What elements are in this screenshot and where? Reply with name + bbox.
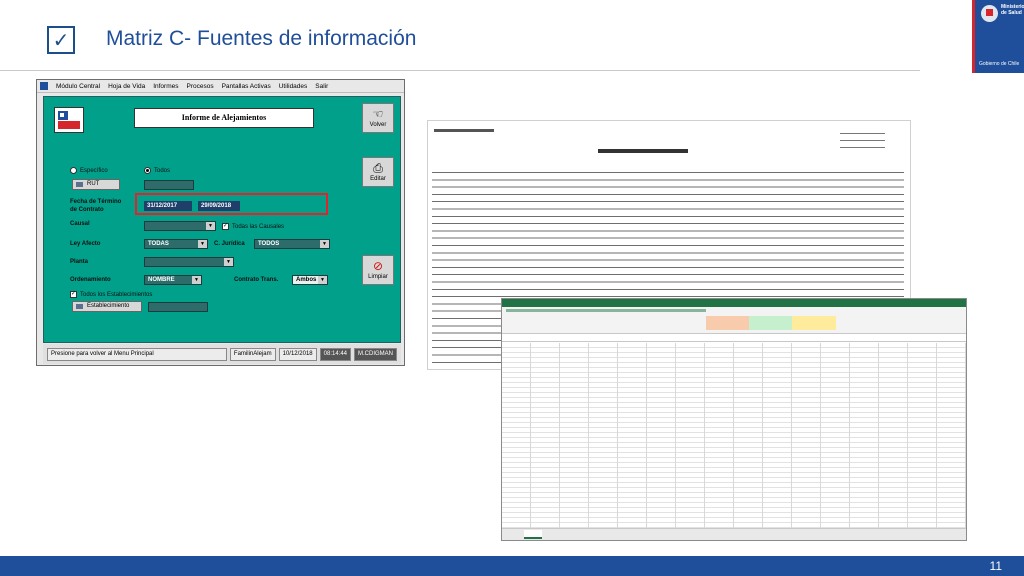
excel-formula-bar: [502, 335, 966, 342]
status-user: FamilinAlejam: [229, 347, 276, 361]
excel-window: [501, 298, 967, 541]
status-date: 10/12/2018: [278, 347, 317, 361]
excel-sheet-tab: [524, 530, 542, 539]
menu-item-pantallas-activas[interactable]: Pantallas Activas: [222, 83, 271, 90]
rut-field[interactable]: [144, 180, 194, 190]
staff-label: Planta: [70, 259, 89, 265]
report-header-lines: [434, 129, 494, 132]
edit-button-label: Editar: [370, 176, 386, 182]
order-select[interactable]: NOMBRE ▼: [144, 275, 202, 285]
clean-button-label: Limpiar: [368, 274, 388, 280]
menu-item-procesos[interactable]: Procesos: [186, 83, 213, 90]
form-title: Informe de Alejamientos: [134, 108, 314, 128]
report-form: Informe de Alejamientos ☜ Volver ⎙ Edita…: [43, 96, 401, 343]
date-range-highlight: [135, 193, 328, 215]
establishment-button[interactable]: Establecimiento: [72, 301, 142, 312]
excel-ribbon: [502, 307, 966, 334]
status-bar: Presione para volver al Menu Principal F…: [43, 344, 401, 364]
report-title-lines: [598, 149, 688, 153]
law-label: Ley Afecto: [70, 241, 101, 247]
excel-grid: [502, 343, 966, 529]
logo-government-text: Gobierno de Chile: [979, 61, 1020, 67]
menu-item-modulo-central[interactable]: Módulo Central: [56, 83, 100, 90]
page-number: 11: [989, 559, 1002, 573]
menu-item-salir[interactable]: Salir: [315, 83, 328, 90]
printer-icon: ⎙: [373, 161, 383, 175]
radio-all[interactable]: Todos: [144, 167, 170, 174]
header-divider: [0, 70, 920, 71]
edit-button[interactable]: ⎙ Editar: [362, 157, 394, 187]
app-menubar: Módulo Central Hoja de Vida Informes Pro…: [37, 80, 404, 93]
logo-ministry-text: Ministerio de Salud: [1001, 4, 1024, 16]
excel-titlebar: [502, 299, 966, 307]
menu-item-informes[interactable]: Informes: [153, 83, 178, 90]
menu-item-utilidades[interactable]: Utilidades: [279, 83, 308, 90]
all-causes-checkbox[interactable]: ✓ Todas las Causales: [222, 223, 284, 230]
app-icon: [40, 82, 48, 90]
report-meta-lines: [840, 129, 885, 151]
excel-sheet-tabs: [502, 528, 966, 540]
radio-specific[interactable]: Específico: [70, 167, 108, 174]
status-time: 08:14:44: [319, 347, 351, 361]
juridic-select[interactable]: TODOS ▼: [254, 239, 330, 249]
no-entry-icon: ⊘: [372, 259, 384, 273]
coat-of-arms-icon: [981, 5, 998, 22]
excel-ribbon-tabs: [506, 309, 706, 312]
hr-application-window: Módulo Central Hoja de Vida Informes Pro…: [36, 79, 405, 366]
rut-button[interactable]: RUT: [72, 179, 120, 190]
juridic-label: C. Jurídica: [214, 241, 245, 247]
contract-select[interactable]: Ambos ▼: [292, 275, 328, 285]
back-button-label: Volver: [369, 122, 387, 128]
menu-item-hoja-de-vida[interactable]: Hoja de Vida: [108, 83, 145, 90]
order-label: Ordenamiento: [70, 277, 111, 283]
term-date-label-1: Fecha de Término: [70, 199, 122, 205]
cause-label: Causal: [70, 221, 90, 227]
term-date-label-2: de Contrato: [70, 207, 104, 213]
status-operator: M.CDIGMAN: [354, 347, 397, 361]
status-message: Presione para volver al Menu Principal: [47, 347, 227, 361]
excel-cell-styles: [706, 316, 836, 330]
ministry-logo: Ministerio de Salud Gobierno de Chile: [972, 0, 1024, 73]
slide-title: Matriz C- Fuentes de información: [106, 27, 417, 50]
hand-back-icon: ☜: [372, 107, 384, 121]
checkbox-check-icon: ✓: [47, 26, 75, 54]
law-select[interactable]: TODAS ▼: [144, 239, 208, 249]
back-button[interactable]: ☜ Volver: [362, 103, 394, 133]
contract-label: Contrato Trans.: [234, 277, 279, 283]
staff-select[interactable]: ▼: [144, 257, 234, 267]
cause-select[interactable]: ▼: [144, 221, 216, 231]
slide-footer: 11: [0, 556, 1024, 576]
all-establishments-checkbox[interactable]: ✓ Todos los Establecimientos: [70, 291, 152, 298]
clean-button[interactable]: ⊘ Limpiar: [362, 255, 394, 285]
establishment-field[interactable]: [148, 302, 208, 312]
form-logo: [54, 107, 84, 133]
